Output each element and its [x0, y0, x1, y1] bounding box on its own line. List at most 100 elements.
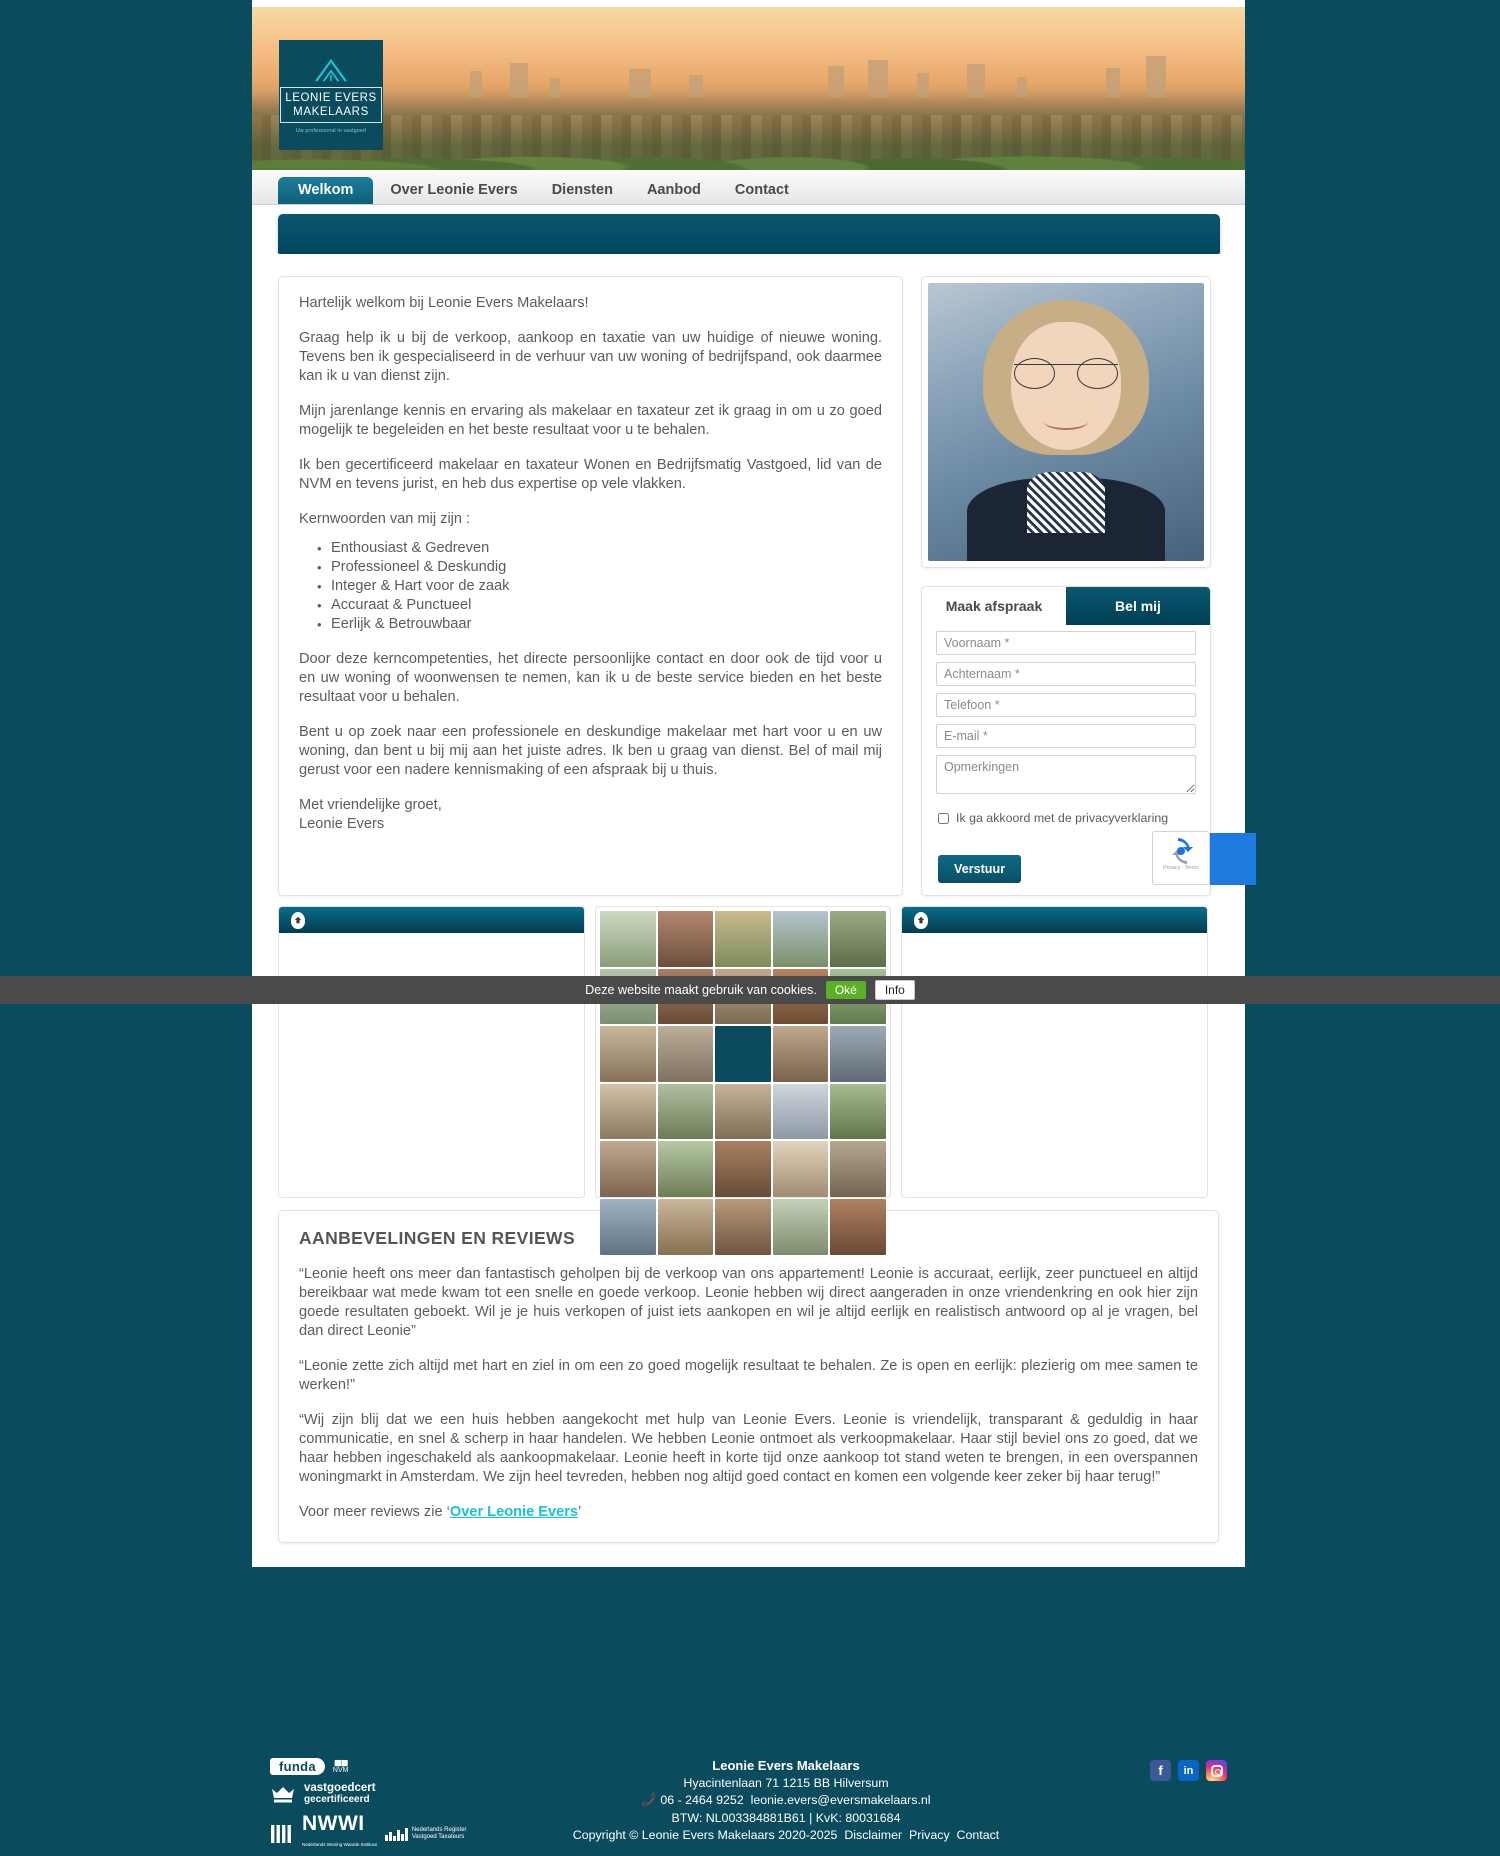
welcome-paragraph-1: Graag help ik u bij de verkoop, aankoop … [299, 330, 882, 384]
photo-mosaic [600, 911, 886, 1255]
verstuur-button[interactable]: Verstuur [938, 855, 1022, 883]
hero-slider-banner [278, 214, 1220, 254]
nrvt-line-1: Nederlands Register [411, 1826, 467, 1833]
logo-tagline: Uw professional in vastgoed [295, 127, 367, 134]
contact-form-card: Maak afspraak Bel mij Ik ga akkoord met … [921, 586, 1256, 896]
nav-item-over-leonie-evers[interactable]: Over Leonie Evers [373, 177, 534, 204]
widget-left [278, 906, 585, 1198]
cookie-consent-bar: Deze website maakt gebruik van cookies. … [0, 976, 1500, 1004]
widget-right-header [902, 907, 1207, 933]
footer-registration: BTW: NL003384881B61 | KvK: 80031684 [671, 1811, 901, 1825]
vastgoedcert-line-2: gecertificeerd [304, 1794, 370, 1805]
widget-right [901, 906, 1208, 1198]
nrvt-logo[interactable]: Nederlands Register Vastgoed Taxateurs [384, 1826, 467, 1842]
reviews-more-prefix: Voor meer reviews zie ‘ [299, 1504, 450, 1520]
voornaam-field[interactable] [936, 631, 1196, 655]
site-logo[interactable]: LEONIE EVERS MAKELAARS Uw professional i… [279, 40, 383, 150]
footer-address: Hyacintenlaan 71 1215 BB Hilversum [683, 1776, 889, 1790]
content-area: Hartelijk welkom bij Leonie Evers Makela… [252, 254, 1256, 896]
achternaam-field[interactable] [936, 662, 1196, 686]
widget-left-header [279, 907, 584, 933]
list-item: Professioneel & Deskundig [317, 558, 882, 577]
opmerkingen-field[interactable] [936, 755, 1196, 794]
site-container: LEONIE EVERS MAKELAARS Uw professional i… [252, 7, 1256, 1567]
reviews-more-line: Voor meer reviews zie ‘Over Leonie Evers… [299, 1503, 1198, 1522]
cookie-accept-button[interactable]: Oké [825, 981, 866, 999]
recaptcha-terms-label: Privacy - Terms [1163, 865, 1199, 871]
instagram-icon[interactable] [1206, 1760, 1227, 1781]
nav-item-contact[interactable]: Contact [718, 177, 806, 204]
list-item: Integer & Hart voor de zaak [317, 577, 882, 596]
keywords-list: Enthousiast & Gedreven Professioneel & D… [317, 539, 882, 634]
nav-item-diensten[interactable]: Diensten [535, 177, 630, 204]
signoff-line-1: Met vriendelijke groet, [299, 797, 442, 813]
signoff: Met vriendelijke groet, Leonie Evers [299, 796, 882, 834]
top-white-strip [252, 0, 1245, 7]
hero-banner: LEONIE EVERS MAKELAARS Uw professional i… [252, 7, 1245, 170]
logo-wordmark: LEONIE EVERS MAKELAARS [280, 86, 382, 123]
footer-contact-info: Leonie Evers Makelaars Hyacintenlaan 71 … [485, 1758, 1087, 1844]
nrvt-line-2: Vastgoed Taxateurs [411, 1834, 465, 1840]
nvm-glyph-icon: ■■ [333, 1754, 349, 1770]
footer-link-privacy[interactable]: Privacy [909, 1828, 950, 1842]
reviews-more-suffix: ’ [578, 1504, 582, 1520]
cookie-message: Deze website maakt gebruik van cookies. [585, 983, 817, 997]
main-navigation: Welkom Over Leonie Evers Diensten Aanbod… [252, 170, 1245, 205]
review-item: “Wij zijn blij dat we een huis hebben aa… [299, 1412, 1198, 1485]
linkedin-icon[interactable]: in [1178, 1760, 1199, 1781]
page-root: LEONIE EVERS MAKELAARS Uw professional i… [0, 0, 1500, 1856]
side-promo-flag[interactable] [1210, 833, 1256, 885]
email-field[interactable] [936, 724, 1196, 748]
nav-item-aanbod[interactable]: Aanbod [630, 177, 718, 204]
list-item: Eerlijk & Betrouwbaar [317, 615, 882, 634]
welcome-paragraph-2: Mijn jarenlange kennis en ervaring als m… [299, 403, 882, 438]
widget-instagram-mosaic[interactable] [595, 906, 891, 1255]
submit-row: Verstuur Privacy - Terms [936, 831, 1256, 885]
review-item: “Leonie zette zich altijd met hart en zi… [299, 1358, 1198, 1393]
telefoon-field[interactable] [936, 693, 1196, 717]
nav-item-welkom[interactable]: Welkom [278, 177, 374, 204]
over-leonie-evers-link[interactable]: Over Leonie Evers [450, 1504, 578, 1520]
list-item: Enthousiast & Gedreven [317, 539, 882, 558]
phone-icon: 📞 [641, 1793, 657, 1807]
cookie-info-button[interactable]: Info [874, 980, 915, 1000]
nwwi-sub-label: Nederlands Woning Waarde Instituut [302, 1842, 377, 1847]
vastgoedcert-logo[interactable]: vastgoedcert gecertificeerd [304, 1782, 376, 1806]
tab-bel-mij[interactable]: Bel mij [1066, 587, 1210, 625]
privacy-consent-checkbox[interactable] [938, 812, 949, 824]
facebook-icon[interactable]: f [1150, 1760, 1171, 1781]
nwwi-logo[interactable]: NWWI Nederlands Woning Waarde Instituut [302, 1813, 377, 1855]
footer-phone[interactable]: 06 - 2464 9252 [660, 1793, 743, 1807]
tab-maak-afspraak[interactable]: Maak afspraak [922, 587, 1066, 625]
nvm-label: NVM [332, 1766, 349, 1774]
nwwi-label: NWWI [302, 1812, 365, 1835]
badge-row-vastgoedcert: vastgoedcert gecertificeerd [270, 1782, 485, 1806]
widget-row [252, 896, 1245, 1255]
footer-email[interactable]: leonie.evers@eversmakelaars.nl [751, 1793, 931, 1807]
funda-logo[interactable]: funda [270, 1758, 325, 1775]
house-pin-icon [914, 911, 928, 929]
footer-link-disclaimer[interactable]: Disclaimer [844, 1828, 902, 1842]
welcome-paragraph-5: Bent u op zoek naar een professionele en… [299, 724, 882, 778]
footer-legal-row: Copyright © Leonie Evers Makelaars 2020-… [485, 1828, 1087, 1842]
footer-social-links: f in [1087, 1758, 1227, 1844]
badge-row-funda-nvm: funda ■■ NVM [270, 1754, 485, 1775]
badge-row-nwwi-nrvt: NWWI Nederlands Woning Waarde Instituut [270, 1813, 485, 1855]
nwwi-bars-icon [271, 1825, 291, 1843]
footer-link-contact[interactable]: Contact [957, 1828, 1000, 1842]
roof-logo-icon [315, 58, 347, 82]
agent-photo-card [921, 276, 1211, 568]
recaptcha-icon [1172, 838, 1193, 864]
review-item: “Leonie heeft ons meer dan fantastisch g… [299, 1266, 1198, 1339]
right-sidebar: Maak afspraak Bel mij Ik ga akkoord met … [921, 276, 1256, 896]
logo-line-1: LEONIE EVERS [285, 91, 377, 104]
welcome-text-card: Hartelijk welkom bij Leonie Evers Makela… [278, 276, 903, 896]
welcome-greeting: Hartelijk welkom bij Leonie Evers Makela… [299, 295, 589, 311]
footer-company-name: Leonie Evers Makelaars [712, 1758, 860, 1773]
privacy-consent-label[interactable]: Ik ga akkoord met de privacyverklaring [956, 811, 1168, 825]
reviews-card: AANBEVELINGEN EN REVIEWS “Leonie heeft o… [278, 1210, 1219, 1543]
nvm-logo[interactable]: ■■ NVM [332, 1754, 349, 1775]
form-tabs: Maak afspraak Bel mij [922, 587, 1210, 625]
site-footer: funda ■■ NVM vastgoedcert gecertificeerd [252, 1746, 1245, 1856]
recaptcha-widget[interactable]: Privacy - Terms [1152, 831, 1210, 885]
